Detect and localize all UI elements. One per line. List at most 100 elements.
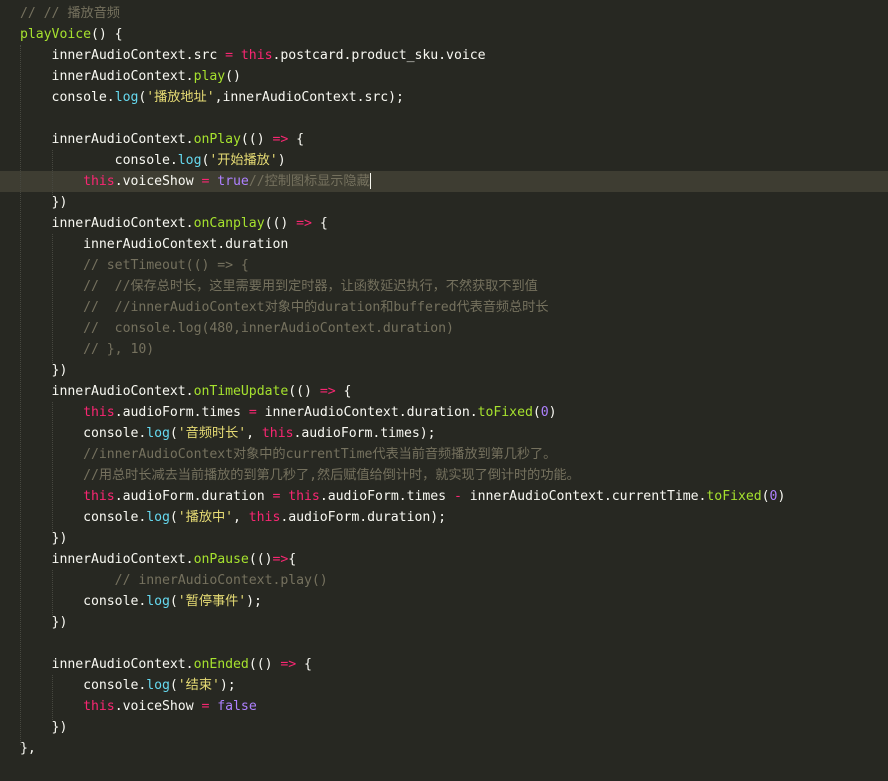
- code-token: innerAudioContext.: [20, 657, 194, 672]
- code-token: ((): [264, 216, 297, 231]
- code-token: log: [146, 510, 170, 525]
- code-token: this: [248, 510, 281, 525]
- code-token: '结束': [177, 678, 220, 693]
- code-line[interactable]: innerAudioContext.onPlay(() => {: [20, 129, 305, 150]
- code-line[interactable]: //innerAudioContext对象中的currentTime代表当前音频…: [20, 444, 556, 465]
- code-token: //innerAudioContext对象中的currentTime代表当前音频…: [20, 447, 557, 462]
- code-token: toFixed: [477, 405, 533, 420]
- code-token: onCanplay: [193, 216, 265, 231]
- code-token: innerAudioContext.: [20, 132, 194, 147]
- code-token: =: [225, 48, 234, 63]
- code-token: {: [288, 132, 305, 147]
- code-line[interactable]: }): [20, 717, 68, 738]
- code-line[interactable]: innerAudioContext.duration: [20, 234, 288, 255]
- code-line[interactable]: // //innerAudioContext对象中的duration和buffe…: [20, 297, 548, 318]
- code-token: (): [225, 69, 241, 84]
- code-line[interactable]: innerAudioContext.src = this.postcard.pr…: [20, 45, 486, 66]
- code-token: onPause: [193, 552, 249, 567]
- code-token: onPlay: [193, 132, 241, 147]
- code-token: innerAudioContext.src: [20, 48, 226, 63]
- code-line[interactable]: console.log('音频时长', this.audioForm.times…: [20, 423, 436, 444]
- code-line[interactable]: console.log('播放地址',innerAudioContext.src…: [20, 87, 404, 108]
- code-token: this: [240, 48, 273, 63]
- code-line[interactable]: },: [20, 738, 36, 759]
- code-line[interactable]: console.log('结束');: [20, 675, 236, 696]
- code-token: .postcard.product_sku.voice: [272, 48, 486, 63]
- code-token: true: [217, 174, 249, 189]
- code-token: 0: [540, 405, 549, 420]
- code-line[interactable]: this.voiceShow = false: [20, 696, 257, 717]
- code-line[interactable]: innerAudioContext.play(): [20, 66, 241, 87]
- code-line[interactable]: //用总时长减去当前播放的到第几秒了,然后赋值给倒计时，就实现了倒计时的功能。: [20, 465, 580, 486]
- code-token: log: [146, 426, 170, 441]
- code-line[interactable]: innerAudioContext.onEnded(() => {: [20, 654, 312, 675]
- code-line[interactable]: }): [20, 192, 68, 213]
- code-token: .audioForm.duration: [114, 489, 273, 504]
- code-token: =: [248, 405, 257, 420]
- code-token: =>: [280, 657, 297, 672]
- code-line[interactable]: // }, 10): [20, 339, 154, 360]
- code-token: onEnded: [193, 657, 249, 672]
- code-line[interactable]: // console.log(480,innerAudioContext.dur…: [20, 318, 454, 339]
- code-token: console.: [20, 90, 115, 105]
- code-line[interactable]: // setTimeout(() => {: [20, 255, 249, 276]
- code-token: false: [217, 699, 257, 714]
- code-line[interactable]: innerAudioContext.onTimeUpdate(() => {: [20, 381, 352, 402]
- code-token: }): [20, 720, 68, 735]
- code-token: ((): [288, 384, 320, 399]
- code-token: (: [532, 405, 541, 420]
- code-line[interactable]: playVoice() {: [20, 24, 123, 45]
- code-line[interactable]: console.log('播放中', this.audioForm.durati…: [20, 507, 446, 528]
- code-token: this: [83, 174, 115, 189]
- code-token: .audioForm.times: [114, 405, 249, 420]
- code-token: .audioForm.times);: [293, 426, 436, 441]
- code-editor[interactable]: // // 播放音频 playVoice() { innerAudioContex…: [0, 0, 888, 781]
- code-token: ,: [233, 510, 249, 525]
- code-token: =>: [319, 384, 336, 399]
- code-token: this: [83, 405, 115, 420]
- code-token: }): [20, 615, 68, 630]
- code-token: play: [193, 69, 226, 84]
- code-token: (: [169, 426, 178, 441]
- code-line[interactable]: // // 播放音频: [20, 3, 120, 24]
- code-token: .voiceShow: [114, 174, 202, 189]
- code-line[interactable]: console.log('开始播放'): [20, 150, 286, 171]
- code-token: '暂停事件': [177, 594, 247, 609]
- code-token: .audioForm.times: [319, 489, 454, 504]
- code-token: innerAudioContext.: [20, 69, 194, 84]
- code-token: {: [311, 216, 328, 231]
- code-line[interactable]: this.audioForm.duration = this.audioForm…: [20, 486, 785, 507]
- code-line[interactable]: }): [20, 528, 68, 549]
- code-token: },: [20, 741, 36, 756]
- code-token: (: [169, 510, 178, 525]
- code-line[interactable]: console.log('暂停事件');: [20, 591, 262, 612]
- code-token: '音频时长': [177, 426, 247, 441]
- code-token: // //保存总时长，这里需要用到定时器，让函数延迟执行，不然获取不到值: [20, 279, 538, 294]
- code-token: }): [20, 363, 68, 378]
- code-token: playVoice: [20, 27, 92, 42]
- code-line[interactable]: }): [20, 612, 68, 633]
- code-token: '开始播放': [209, 153, 278, 168]
- code-line[interactable]: // innerAudioContext.play(): [20, 570, 328, 591]
- code-token: log: [177, 153, 202, 168]
- code-line[interactable]: this.audioForm.times = innerAudioContext…: [20, 402, 556, 423]
- code-token: ,innerAudioContext.src);: [214, 90, 404, 105]
- code-token: {: [335, 384, 352, 399]
- code-line[interactable]: innerAudioContext.onPause(()=>{: [20, 549, 297, 570]
- text-cursor: [369, 173, 372, 189]
- code-token: (: [169, 678, 178, 693]
- code-token: () {: [91, 27, 123, 42]
- code-line[interactable]: }): [20, 360, 68, 381]
- code-token: innerAudioContext.: [20, 384, 194, 399]
- code-token: // // 播放音频: [20, 6, 120, 21]
- code-line[interactable]: this.voiceShow = true//控制图标显示隐藏: [20, 171, 372, 192]
- code-token: // }, 10): [20, 342, 155, 357]
- code-token: log: [114, 90, 139, 105]
- code-token: =>: [272, 132, 289, 147]
- code-token: }): [20, 531, 68, 546]
- code-token: console.: [20, 510, 147, 525]
- code-line[interactable]: // //保存总时长，这里需要用到定时器，让函数延迟执行，不然获取不到值: [20, 276, 538, 297]
- code-line[interactable]: innerAudioContext.onCanplay(() => {: [20, 213, 328, 234]
